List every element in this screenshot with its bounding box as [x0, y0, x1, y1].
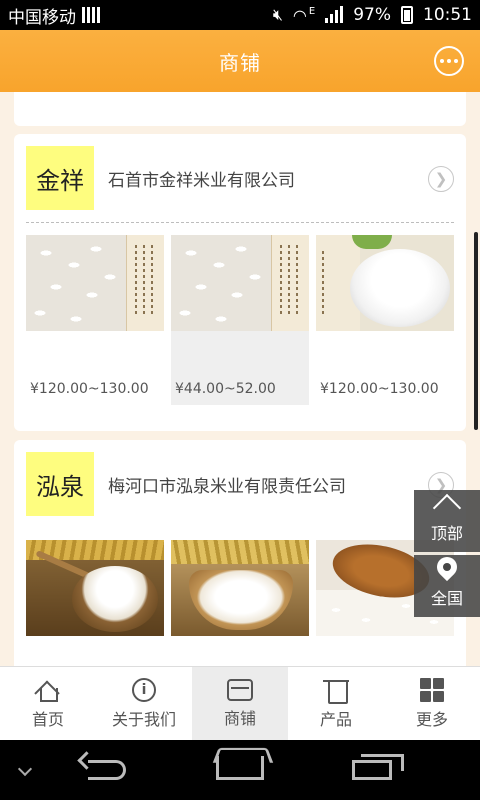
location-pin-icon [432, 552, 462, 582]
shop-card-partial[interactable] [14, 92, 466, 126]
product-price: ¥120.00~130.00 [30, 381, 149, 397]
shop-list[interactable]: 金祥 石首市金祥米业有限公司 ❯ ¥120.00~130.00 ¥44.00~5… [0, 92, 480, 666]
product-row: ¥120.00~130.00 ¥44.00~52.00 ¥120.00~130.… [26, 235, 454, 405]
rice-basket-image [26, 540, 164, 636]
bottom-nav: 首页 i 关于我们 商铺 产品 更多 [0, 666, 480, 740]
chevron-up-icon [432, 493, 462, 523]
scroll-indicator[interactable] [474, 232, 478, 430]
page-title: 商铺 [219, 50, 261, 75]
rice-grains-image [26, 235, 164, 331]
shop-logo: 金祥 [26, 146, 94, 210]
product-price: ¥120.00~130.00 [320, 381, 439, 397]
status-bar: 中国移动 🔇︎ ◠ E 97% 10:51 [0, 0, 480, 30]
nav-label: 商铺 [223, 708, 256, 728]
product-row [26, 540, 454, 666]
wifi-icon: ◠ [292, 5, 307, 25]
shop-card[interactable]: 金祥 石首市金祥米业有限公司 ❯ ¥120.00~130.00 ¥44.00~5… [14, 134, 466, 431]
shop-name: 梅河口市泓泉米业有限责任公司 [108, 476, 346, 497]
mute-icon: 🔇︎ [272, 5, 283, 24]
nav-about[interactable]: i 关于我们 [96, 667, 192, 740]
grid-icon [420, 677, 444, 702]
shirt-icon [323, 678, 349, 704]
carrier-name: 中国移动 [8, 7, 76, 28]
rice-scoop-image [171, 540, 309, 636]
shop-name: 石首市金祥米业有限公司 [108, 170, 295, 191]
product-item[interactable] [26, 540, 164, 666]
shop-card[interactable]: 泓泉 梅河口市泓泉米业有限责任公司 ❯ [14, 440, 466, 666]
shop-header[interactable]: 金祥 石首市金祥米业有限公司 ❯ [14, 134, 466, 222]
battery-icon [401, 6, 413, 24]
store-icon [227, 678, 253, 701]
nav-shops[interactable]: 商铺 [192, 667, 288, 740]
system-nav-bar [0, 740, 480, 800]
back-to-top-button[interactable]: 顶部 [414, 490, 480, 552]
product-item[interactable]: ¥120.00~130.00 [316, 235, 454, 405]
carrier-group: 中国移动 [8, 3, 100, 28]
rice-grains-image [171, 235, 309, 331]
product-item[interactable]: ¥120.00~130.00 [26, 235, 164, 405]
nav-home[interactable]: 首页 [0, 667, 96, 740]
chat-bubble-icon[interactable] [434, 46, 464, 76]
shop-logo: 泓泉 [26, 452, 94, 516]
app-header: 商铺 [0, 30, 480, 92]
recent-apps-icon[interactable] [352, 754, 404, 780]
nav-label: 产品 [319, 709, 352, 729]
divider [26, 222, 454, 223]
nav-label: 关于我们 [111, 709, 176, 729]
nav-more[interactable]: 更多 [384, 667, 480, 740]
rice-bowl-image [316, 235, 454, 331]
nav-products[interactable]: 产品 [288, 667, 384, 740]
sim-signal-icon [82, 7, 100, 23]
nav-label: 首页 [31, 709, 64, 729]
network-type: E [308, 5, 316, 17]
chevron-down-icon[interactable] [17, 761, 33, 777]
battery-percent: 97% [353, 5, 391, 25]
home-button-icon[interactable] [216, 756, 264, 780]
product-price: ¥44.00~52.00 [175, 381, 276, 397]
home-icon [35, 678, 61, 702]
clock: 10:51 [423, 5, 472, 25]
status-right: 🔇︎ ◠ E 97% 10:51 [273, 5, 472, 25]
chevron-right-icon[interactable]: ❯ [428, 166, 454, 192]
back-to-top-label: 顶部 [430, 524, 463, 543]
nationwide-button[interactable]: 全国 [414, 552, 480, 617]
info-icon: i [132, 677, 156, 702]
product-item[interactable] [171, 540, 309, 666]
nationwide-label: 全国 [430, 589, 463, 608]
nav-label: 更多 [415, 709, 448, 729]
shop-header[interactable]: 泓泉 梅河口市泓泉米业有限责任公司 ❯ [14, 440, 466, 528]
product-item[interactable]: ¥44.00~52.00 [171, 235, 309, 405]
cell-signal-icon [325, 6, 344, 23]
back-icon[interactable] [88, 760, 126, 780]
